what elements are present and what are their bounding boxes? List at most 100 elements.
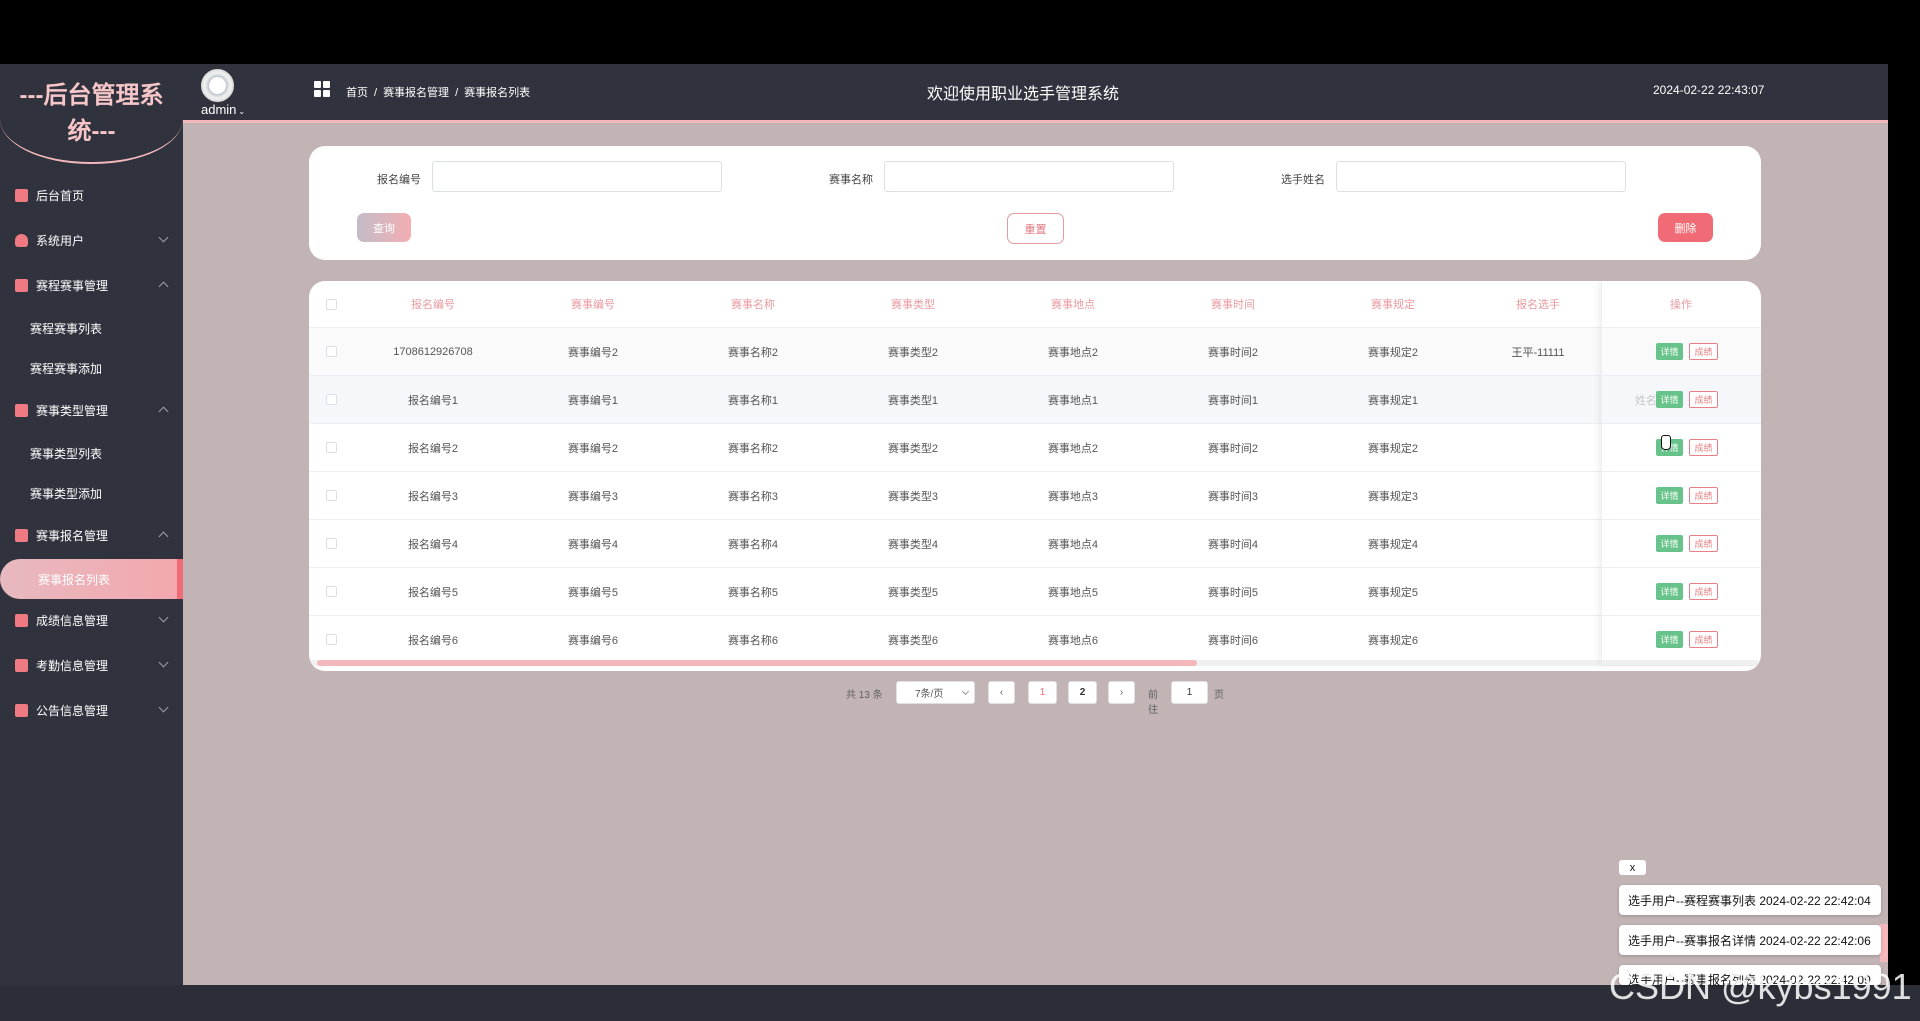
page-title: 欢迎使用职业选手管理系统 xyxy=(926,86,1119,103)
table-cell: 赛事地点2 xyxy=(1047,346,1099,359)
row-checkbox[interactable] xyxy=(326,634,337,645)
row-checkbox[interactable] xyxy=(326,442,337,453)
page-1-button[interactable]: 1 xyxy=(1028,681,1057,704)
column-header[interactable]: 报名编号 xyxy=(368,281,498,327)
row-checkbox[interactable] xyxy=(326,394,337,405)
table-cell: 赛事编号6 xyxy=(567,634,619,647)
table-row[interactable]: 1708612926708 赛事编号2 赛事名称2 赛事类型2 赛事地点2 赛事时间2 赛事… xyxy=(309,328,1761,376)
sidebar-item-system-user[interactable]: 系统用户 xyxy=(0,220,183,260)
logo-text: ---后台管理系统--- xyxy=(19,82,164,145)
caret-down-icon: ⌄ xyxy=(238,107,246,116)
clock: 2024-02-22 22:43:07 xyxy=(1653,83,1765,97)
table-cell: 赛事地点2 xyxy=(1047,442,1099,455)
breadcrumb-home[interactable]: 首页 xyxy=(346,87,368,99)
table-cell: 赛事规定2 xyxy=(1367,442,1419,455)
page-2-button[interactable]: 2 xyxy=(1068,681,1097,704)
page-size-select[interactable]: 7条/页 xyxy=(896,681,975,704)
search-form: 报名编号 赛事名称 选手姓名 查询 重置 删除 xyxy=(309,146,1761,260)
top-header: admin ⌄ 首页 / 赛事报名管理 / 赛事报名列表 欢迎使用职业选手管理系统 202… xyxy=(183,64,1888,121)
player-name-input[interactable] xyxy=(1336,161,1626,192)
query-button[interactable]: 查询 xyxy=(357,213,411,242)
table-row[interactable]: 报名编号2赛事编号2赛事名称2赛事类型2赛事地点2赛事时间2赛事规定2详情成绩 xyxy=(309,424,1761,472)
notice-item[interactable]: 选手用户--赛程赛事列表 2024-02-22 22:42:04 xyxy=(1619,885,1881,915)
player-name-label: 选手姓名 xyxy=(1281,174,1325,186)
table-row[interactable]: 报名编号3 赛事编号3 赛事名称3 赛事类型3 赛事地点3 赛事时间3 赛事规定3 详情 成绩 xyxy=(309,472,1761,520)
table-cell xyxy=(1488,568,1588,615)
sidebar-item-schedule[interactable]: 赛程赛事管理 xyxy=(0,265,183,305)
grid-icon[interactable] xyxy=(314,81,330,97)
column-header[interactable]: 赛事时间 xyxy=(1168,281,1298,327)
table-cell: 赛事类型3 xyxy=(887,490,939,503)
sidebar-subitem-type-list[interactable]: 赛事类型列表 xyxy=(0,433,183,473)
goto-input[interactable]: 1 xyxy=(1171,681,1208,704)
chevron-down-icon xyxy=(158,657,169,668)
column-header[interactable]: 赛事地点 xyxy=(1008,281,1138,327)
column-header[interactable]: 报名选手 xyxy=(1488,281,1588,327)
table-cell: 报名编号2 xyxy=(407,442,459,455)
table-row[interactable]: 报名编号6 赛事编号6 赛事名称6 赛事类型6 赛事地点6 赛事时间6 赛事规定6 详情 成绩 xyxy=(309,616,1761,664)
row-checkbox[interactable] xyxy=(326,490,337,501)
row-checkbox[interactable] xyxy=(326,586,337,597)
table-cell: 赛事时间1 xyxy=(1207,394,1259,407)
table-cell: 赛事类型2 xyxy=(887,442,939,455)
sidebar-item-score[interactable]: 成绩信息管理 xyxy=(0,600,183,640)
chart-icon xyxy=(15,403,28,417)
table-cell: 赛事编号2 xyxy=(567,442,619,455)
table-row[interactable]: 报名编号5 赛事编号5 赛事名称5 赛事类型5 赛事地点5 赛事时间5 赛事规定5 详情 成绩 xyxy=(309,568,1761,616)
breadcrumb: 首页 / 赛事报名管理 / 赛事报名列表 xyxy=(346,87,531,99)
sidebar-item-signup[interactable]: 赛事报名管理 xyxy=(0,515,183,555)
chart-icon xyxy=(15,703,28,717)
chevron-down-icon xyxy=(158,702,169,713)
user-menu[interactable]: admin ⌄ xyxy=(201,102,245,117)
breadcrumb-signup-list: 赛事报名列表 xyxy=(464,87,531,99)
sidebar-item-label: 后台首页 xyxy=(36,188,85,203)
table-cell: 赛事规定4 xyxy=(1367,538,1419,551)
row-checkbox[interactable] xyxy=(326,538,337,549)
select-all-checkbox[interactable] xyxy=(326,299,337,310)
horizontal-scrollbar[interactable] xyxy=(309,660,1761,666)
table-cell: 赛事名称1 xyxy=(727,394,779,407)
sidebar-subitem-schedule-list[interactable]: 赛程赛事列表 xyxy=(0,308,183,348)
row-checkbox[interactable] xyxy=(326,346,337,357)
logo-box: ---后台管理系统--- xyxy=(0,64,183,164)
table-cell: 赛事类型1 xyxy=(887,394,939,407)
sidebar-item-type[interactable]: 赛事类型管理 xyxy=(0,390,183,430)
delete-button[interactable]: 删除 xyxy=(1658,213,1713,242)
chart-icon xyxy=(15,658,28,672)
reset-button[interactable]: 重置 xyxy=(1007,213,1064,244)
breadcrumb-signup-manage[interactable]: 赛事报名管理 xyxy=(383,87,449,99)
sidebar-subitem-type-add[interactable]: 赛事类型添加 xyxy=(0,473,183,513)
column-header[interactable]: 赛事类型 xyxy=(848,281,978,327)
table-row[interactable]: 报名编号1 赛事编号1 赛事名称1 赛事类型1 赛事地点1 赛事时间1 赛事规定1 姓名1 详情… xyxy=(309,376,1761,424)
table-cell: 赛事地点5 xyxy=(1047,586,1099,599)
table-cell: 赛事名称5 xyxy=(727,586,779,599)
sidebar-item-label: 赛事类型管理 xyxy=(36,403,109,418)
event-name-label: 赛事名称 xyxy=(829,174,873,186)
notice-close-button[interactable]: x xyxy=(1619,860,1646,875)
table-row[interactable]: 报名编号4 赛事编号4 赛事名称4 赛事类型4 赛事地点4 赛事时间4 赛事规定4 详情 成绩 xyxy=(309,520,1761,568)
sidebar-subitem-schedule-add[interactable]: 赛程赛事添加 xyxy=(0,348,183,388)
next-page-button[interactable]: › xyxy=(1108,681,1135,704)
sidebar-item-attendance[interactable]: 考勤信息管理 xyxy=(0,645,183,685)
table-cell: 赛事时间5 xyxy=(1207,586,1259,599)
chevron-left-icon: ‹ xyxy=(999,687,1004,698)
table-cell: 报名编号1 xyxy=(407,394,459,407)
column-header[interactable]: 赛事规定 xyxy=(1328,281,1458,327)
scrollbar-thumb[interactable] xyxy=(317,660,1197,666)
avatar[interactable] xyxy=(201,69,234,102)
prev-page-button[interactable]: ‹ xyxy=(988,681,1015,704)
sidebar-subitem-signup-list[interactable]: 赛事报名列表 xyxy=(0,559,183,599)
sidebar-item-notice[interactable]: 公告信息管理 xyxy=(0,690,183,730)
data-table: 报名编号 赛事编号 赛事名称 赛事类型 赛事地点 赛事时间 赛事规定 报名选手 … xyxy=(309,281,1761,671)
table-cell: 赛事时间2 xyxy=(1207,346,1259,359)
notice-item[interactable]: 选手用户--赛事报名详情 2024-02-22 22:42:06 xyxy=(1619,925,1881,955)
event-name-input[interactable] xyxy=(884,161,1174,192)
sidebar-item-label: 赛程赛事管理 xyxy=(36,278,109,293)
table-cell xyxy=(1488,424,1588,471)
signup-no-input[interactable] xyxy=(432,161,722,192)
chevron-up-icon xyxy=(158,281,169,292)
sidebar-item-home[interactable]: 后台首页 xyxy=(0,175,183,215)
column-header[interactable]: 赛事编号 xyxy=(528,281,658,327)
table-cell xyxy=(1488,616,1588,663)
column-header[interactable]: 赛事名称 xyxy=(688,281,818,327)
